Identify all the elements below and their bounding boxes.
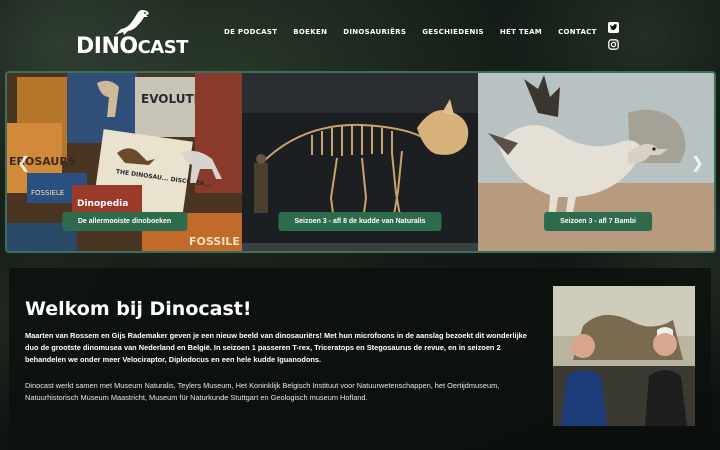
book-text-fossiele: FOSSIELE [31,189,64,197]
nav-item-contact[interactable]: CONTACT [558,28,597,36]
instagram-icon[interactable] [608,37,619,50]
hosts-photo [553,286,695,426]
slide-caption-naturalis[interactable]: Seizoen 3 - afl 8 de kudde van Naturalis [278,212,442,231]
featured-carousel[interactable]: EVOLUTIE EROSAURS FOSSIELE THE DINOSAU..… [5,71,716,253]
carousel-slide-dinoboeken[interactable]: EVOLUTIE EROSAURS FOSSIELE THE DINOSAU..… [7,73,242,251]
main-navigation: DE PODCAST BOEKEN DINOSAURIËRS GESCHIEDE… [224,28,613,36]
book-text-dinopedia: Dinopedia [77,199,128,209]
carousel-slide-naturalis[interactable]: Seizoen 3 - afl 8 de kudde van Naturalis [242,73,478,251]
twitter-icon[interactable] [608,20,619,33]
logo-wordmark: DINOCAST [76,36,188,58]
carousel-next-icon[interactable]: ❯ [691,153,704,173]
logo-secondary: CAST [137,37,189,58]
welcome-title: Welkom bij Dinocast! [25,298,252,320]
welcome-section: Welkom bij Dinocast! Maarten van Rossem … [9,268,711,450]
dinocast-logo[interactable]: DINOCAST [76,8,188,60]
nav-item-dinosauriers[interactable]: DINOSAURIËRS [343,28,406,36]
partners-text: Dinocast werkt samen met Museum Naturali… [25,381,500,402]
nav-item-geschiedenis[interactable]: GESCHIEDENIS [422,28,484,36]
nav-item-het-team[interactable]: HET TEAM [500,28,542,36]
logo-primary: DINO [76,34,138,59]
hosts-photo-image [553,286,695,426]
slide-caption-dinoboeken[interactable]: De allermooiste dinoboeken [61,212,188,231]
carousel-prev-icon[interactable]: ❮ [17,153,30,173]
social-links [608,20,619,50]
site-header: DINOCAST DE PODCAST BOEKEN DINOSAURIËRS … [0,0,720,70]
nav-item-boeken[interactable]: BOEKEN [293,28,327,36]
nav-item-de-podcast[interactable]: DE PODCAST [224,28,277,36]
welcome-intro-text: Maarten van Rossem en Gijs Rademaker gev… [25,331,527,364]
carousel-slide-bambi[interactable]: Seizoen 3 - afl 7 Bambi [478,73,714,251]
book-text-fossile: FOSSILE [189,235,240,248]
slide-caption-bambi[interactable]: Seizoen 3 - afl 7 Bambi [544,212,652,231]
